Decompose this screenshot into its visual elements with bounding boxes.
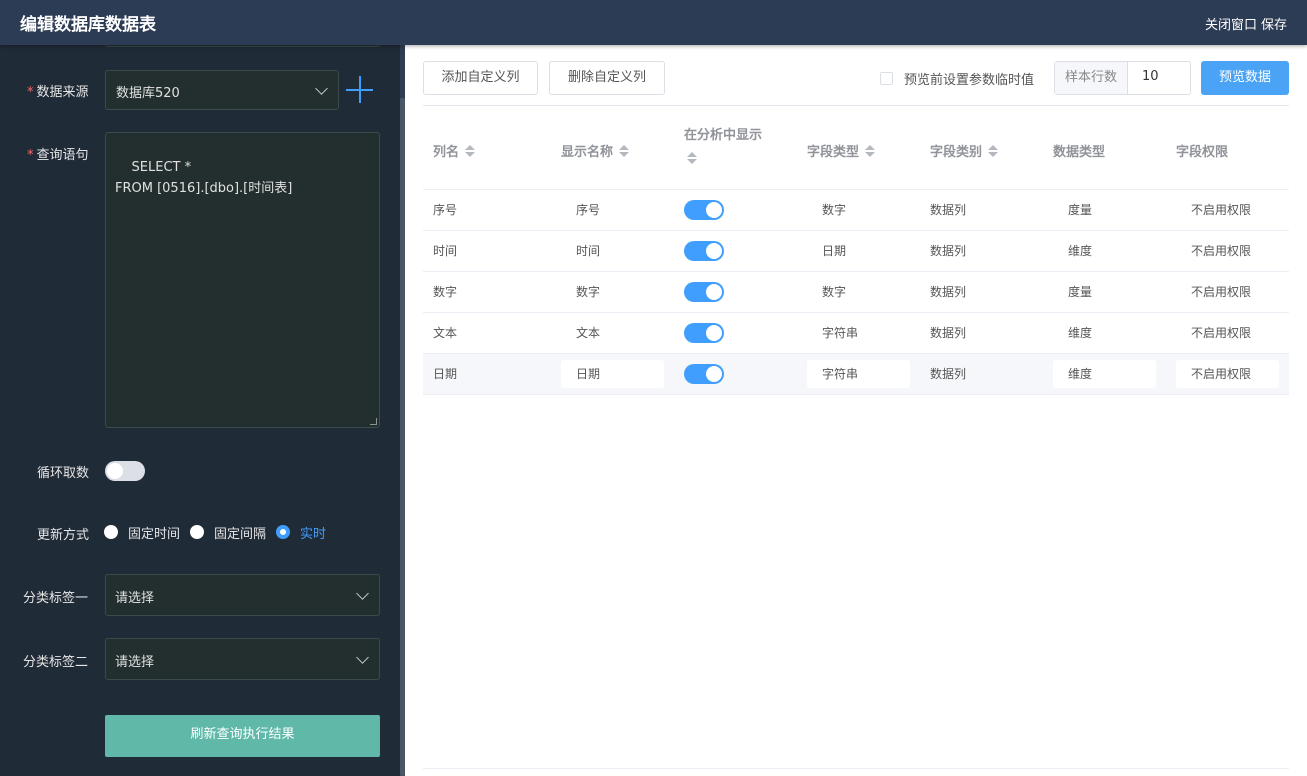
checkbox-icon[interactable]: [880, 72, 893, 85]
cell-field-type[interactable]: 字符串: [807, 360, 910, 388]
datasource-label: * 数据来源: [27, 85, 89, 100]
cell-field-permission[interactable]: 不启用权限: [1176, 272, 1279, 312]
th-column-name[interactable]: 列名: [433, 141, 476, 160]
datasource-select[interactable]: 数据库520: [105, 70, 339, 110]
radio-realtime[interactable]: 实时: [276, 523, 326, 542]
cell-column-name: 日期: [433, 367, 458, 381]
delete-custom-column-button[interactable]: 删除自定义列: [549, 61, 665, 95]
th-display-name[interactable]: 显示名称: [561, 141, 630, 160]
cell-field-permission[interactable]: 不启用权限: [1176, 360, 1279, 388]
category2-select[interactable]: 请选择: [105, 638, 380, 680]
save-button[interactable]: 保存: [1261, 14, 1287, 33]
resize-handle-icon[interactable]: [370, 418, 377, 425]
sort-icon: [865, 144, 876, 158]
cell-field-category: 数据列: [930, 326, 967, 340]
table-row[interactable]: 文本 文本 字符串 数据列 维度 不启用权限: [423, 313, 1289, 354]
cell-display-name[interactable]: 文本: [561, 313, 664, 353]
header-bar: 编辑数据库数据表 关闭窗口 保存: [0, 0, 1307, 45]
previous-field-edge: [105, 45, 380, 47]
sort-icon: [465, 144, 476, 158]
cell-column-name: 文本: [433, 326, 458, 340]
sample-rows-label: 样本行数: [1055, 62, 1128, 94]
category1-select[interactable]: 请选择: [105, 574, 380, 616]
sort-icon: [619, 144, 630, 158]
cell-field-category: 数据列: [930, 367, 967, 381]
add-custom-column-button[interactable]: 添加自定义列: [423, 61, 538, 95]
close-window-button[interactable]: 关闭窗口: [1205, 14, 1257, 33]
cell-display-name[interactable]: 时间: [561, 231, 664, 271]
query-label: * 查询语句: [27, 148, 89, 163]
show-in-analysis-toggle[interactable]: [684, 200, 724, 220]
cell-field-category: 数据列: [930, 285, 967, 299]
header-actions: 关闭窗口 保存: [1205, 14, 1287, 33]
cell-column-name: 序号: [433, 203, 458, 217]
show-in-analysis-toggle[interactable]: [684, 323, 724, 343]
chevron-down-icon: [356, 651, 369, 664]
cell-data-type[interactable]: 维度: [1053, 360, 1156, 388]
update-mode-group: 固定时间 固定间隔 实时: [104, 523, 336, 542]
param-temp-checkbox[interactable]: 预览前设置参数临时值: [880, 69, 1034, 88]
th-field-category[interactable]: 字段类别: [930, 141, 999, 160]
preview-data-button[interactable]: 预览数据: [1201, 61, 1289, 95]
show-in-analysis-toggle[interactable]: [684, 364, 724, 384]
cell-data-type[interactable]: 度量: [1053, 272, 1156, 312]
cell-column-name: 数字: [433, 285, 458, 299]
cell-field-permission[interactable]: 不启用权限: [1176, 190, 1279, 230]
sample-rows-input[interactable]: 样本行数 10: [1054, 61, 1191, 95]
table-row[interactable]: 序号 序号 数字 数据列 度量 不启用权限: [423, 190, 1289, 231]
loop-label: 循环取数: [37, 466, 90, 481]
show-in-analysis-toggle[interactable]: [684, 282, 724, 302]
cell-field-type[interactable]: 数字: [807, 272, 910, 312]
th-field-permission: 字段权限: [1176, 145, 1229, 160]
sort-icon: [687, 151, 697, 165]
category2-label: 分类标签二: [23, 655, 89, 670]
th-field-type[interactable]: 字段类型: [807, 141, 876, 160]
sort-icon: [988, 144, 999, 158]
radio-fixed-interval[interactable]: 固定间隔: [190, 523, 266, 542]
cell-data-type[interactable]: 度量: [1053, 190, 1156, 230]
loop-toggle[interactable]: [105, 461, 145, 481]
cell-display-name[interactable]: 日期: [561, 360, 664, 388]
cell-field-permission[interactable]: 不启用权限: [1176, 313, 1279, 353]
sample-rows-value[interactable]: 10: [1128, 62, 1190, 94]
chevron-down-icon: [315, 82, 328, 95]
show-in-analysis-toggle[interactable]: [684, 241, 724, 261]
update-mode-label: 更新方式: [37, 528, 90, 543]
add-datasource-icon[interactable]: [346, 76, 373, 103]
page-title: 编辑数据库数据表: [20, 15, 156, 35]
table-header: 列名 显示名称 在分析中显示 字段类型 字段类别 数据类型 字段权限: [423, 106, 1289, 190]
th-data-type: 数据类型: [1053, 145, 1106, 160]
table-row[interactable]: 日期 日期 字符串 数据列 维度 不启用权限: [423, 354, 1289, 395]
cell-field-permission[interactable]: 不启用权限: [1176, 231, 1279, 271]
cell-data-type[interactable]: 维度: [1053, 313, 1156, 353]
cell-field-category: 数据列: [930, 244, 967, 258]
cell-display-name[interactable]: 序号: [561, 190, 664, 230]
table-row[interactable]: 时间 时间 日期 数据列 维度 不启用权限: [423, 231, 1289, 272]
refresh-query-button[interactable]: 刷新查询执行结果: [105, 715, 380, 757]
cell-field-type[interactable]: 数字: [807, 190, 910, 230]
config-panel: * 数据来源 数据库520 * 查询语句 SELECT * FROM [0516].…: [0, 45, 400, 776]
cell-data-type[interactable]: 维度: [1053, 231, 1156, 271]
chevron-down-icon: [356, 587, 369, 600]
cell-display-name[interactable]: 数字: [561, 272, 664, 312]
cell-field-type[interactable]: 字符串: [807, 313, 910, 353]
query-textarea[interactable]: SELECT * FROM [0516].[dbo].[时间表]: [105, 132, 380, 428]
cell-field-type[interactable]: 日期: [807, 231, 910, 271]
cell-column-name: 时间: [433, 244, 458, 258]
th-show-in-analysis[interactable]: 在分析中显示: [684, 124, 762, 165]
cell-field-category: 数据列: [930, 203, 967, 217]
table-row[interactable]: 数字 数字 数字 数据列 度量 不启用权限: [423, 272, 1289, 313]
columns-panel: 添加自定义列 删除自定义列 预览前设置参数临时值 样本行数 10 预览数据 列名…: [405, 45, 1307, 776]
table-bottom-line: [423, 768, 1289, 769]
query-text: SELECT * FROM [0516].[dbo].[时间表]: [115, 160, 293, 196]
category1-label: 分类标签一: [23, 591, 89, 606]
radio-fixed-time[interactable]: 固定时间: [104, 523, 180, 542]
datasource-value: 数据库520: [116, 86, 180, 101]
